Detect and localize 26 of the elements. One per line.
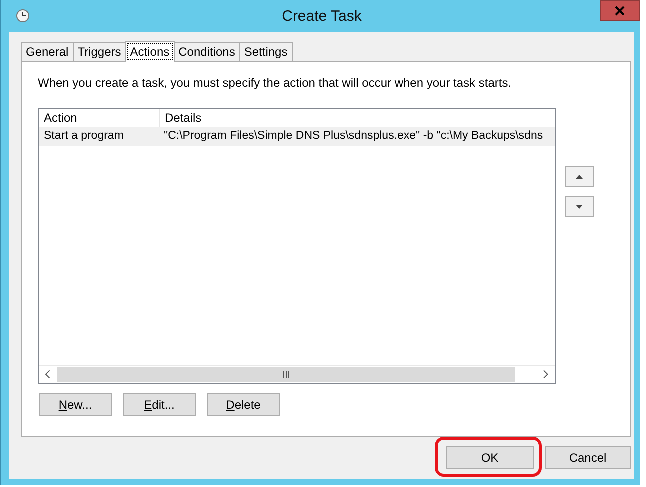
dialog-button[interactable]: Cancel — [545, 446, 631, 469]
tab[interactable]: Triggers — [72, 42, 126, 61]
close-icon — [615, 6, 625, 16]
move-down-button[interactable] — [565, 196, 594, 217]
action-button[interactable]: Edit... — [123, 393, 196, 416]
scroll-right-icon[interactable] — [543, 370, 549, 379]
scrollbar-thumb[interactable] — [56, 367, 516, 382]
up-triangle-icon — [576, 174, 583, 178]
close-button[interactable] — [600, 0, 640, 21]
move-up-button[interactable] — [565, 166, 594, 187]
action-button[interactable]: Delete — [207, 393, 280, 416]
table-row[interactable]: Start a program "C:\Program Files\Simple DNS Plus\sdnsplus.exe" -b "c:\My Backups\sdns — [39, 127, 555, 146]
down-triangle-icon — [576, 204, 583, 208]
tab[interactable]: General — [21, 42, 74, 61]
grip-icon — [282, 371, 290, 378]
scroll-left-icon[interactable] — [45, 370, 51, 379]
dialog-button[interactable]: OK — [446, 446, 534, 469]
actions-list[interactable]: Action Details Start a program "C:\Program Files\Simple DNS Plus\sdnsplus.exe" -b "c:\My Backups\sdns — [38, 108, 556, 384]
window-title: Create Task — [281, 8, 363, 24]
tab[interactable]: Actions — [125, 41, 175, 62]
tab[interactable]: Settings — [239, 42, 293, 61]
description-text: When you create a task, you must specify the action that will occur when your task starts. — [38, 76, 513, 92]
horizontal-scrollbar[interactable] — [39, 365, 555, 383]
action-button[interactable]: New... — [39, 393, 112, 416]
clock-icon — [16, 9, 30, 23]
column-header[interactable]: Details — [160, 109, 555, 127]
